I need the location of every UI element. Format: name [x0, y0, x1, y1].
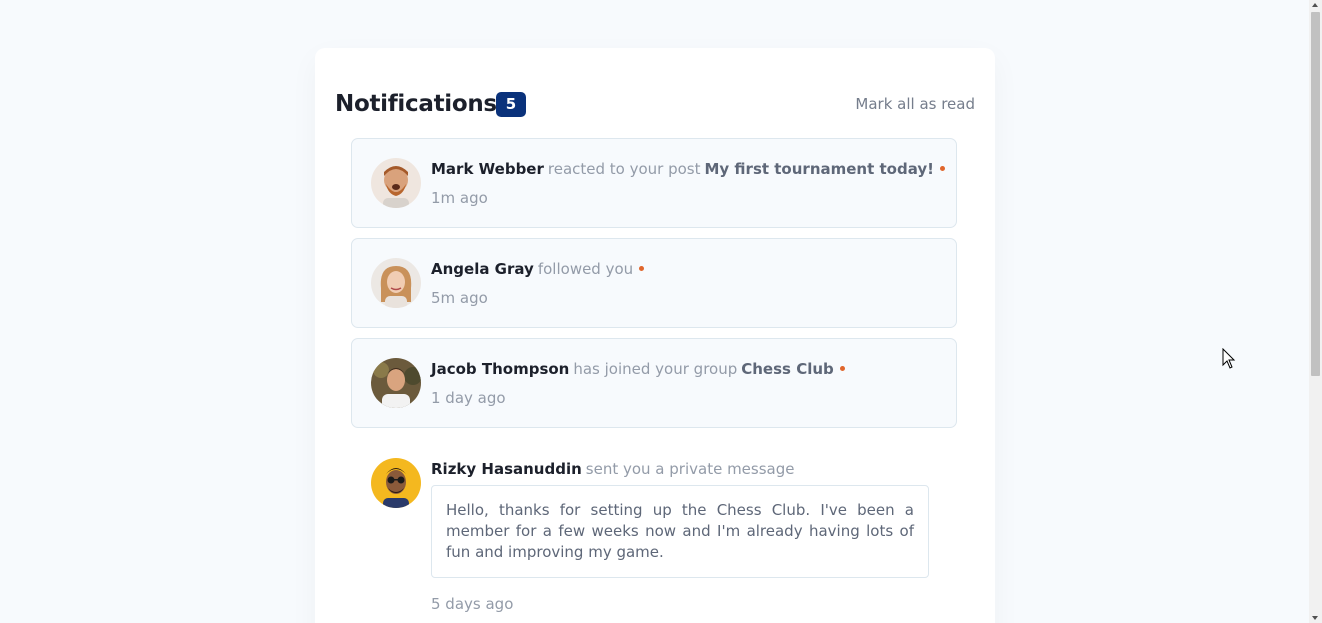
notification-item[interactable]: Rizky Hasanuddin sent you a private messa…: [351, 438, 957, 618]
mark-all-as-read-button[interactable]: Mark all as read: [855, 94, 975, 114]
notification-item[interactable]: Angela Gray followed you 5m ago: [351, 238, 957, 328]
notifications-header: Notifications 5 Mark all as read: [335, 90, 975, 120]
avatar[interactable]: [371, 258, 421, 308]
notification-item[interactable]: Jacob Thompson has joined your group Chess…: [351, 338, 957, 428]
avatar-rizky-hasanuddin-icon: [371, 458, 421, 508]
notification-time: 1 day ago: [431, 389, 506, 407]
avatar-angela-gray-icon: [371, 258, 421, 308]
notification-text: Mark Webber reacted to your post My first …: [431, 158, 945, 180]
notification-text: Jacob Thompson has joined your group Chess…: [431, 358, 845, 380]
private-message-box[interactable]: Hello, thanks for setting up the Chess C…: [431, 485, 929, 578]
notification-target-link[interactable]: Chess Club: [741, 360, 834, 378]
notifications-card: Notifications 5 Mark all as read Mark We…: [315, 48, 995, 623]
notification-action: followed you: [537, 260, 634, 278]
notification-author[interactable]: Angela Gray: [431, 260, 534, 278]
unread-dot-icon: [839, 366, 845, 371]
notification-action: reacted to your post: [547, 160, 701, 178]
notification-author[interactable]: Mark Webber: [431, 160, 544, 178]
page-scrollbar[interactable]: [1309, 0, 1322, 623]
avatar[interactable]: [371, 358, 421, 408]
scroll-down-icon[interactable]: [1312, 616, 1318, 620]
notification-author[interactable]: Jacob Thompson: [431, 360, 569, 378]
notification-text: Rizky Hasanuddin sent you a private messa…: [431, 458, 795, 480]
unread-dot-icon: [939, 166, 945, 171]
notification-time: 5 days ago: [431, 595, 514, 613]
notification-time: 5m ago: [431, 289, 488, 307]
page-title: Notifications: [335, 91, 497, 117]
scrollbar-thumb[interactable]: [1311, 12, 1320, 376]
notification-action: has joined your group: [573, 360, 738, 378]
avatar-jacob-thompson-icon: [371, 358, 421, 408]
mouse-cursor-icon: [1222, 347, 1236, 374]
notification-action: sent you a private message: [585, 460, 795, 478]
notification-item[interactable]: Mark Webber reacted to your post My first …: [351, 138, 957, 228]
scroll-up-icon[interactable]: [1312, 3, 1318, 7]
avatar-mark-webber-icon: [371, 158, 421, 208]
unread-count-badge: 5: [496, 92, 526, 117]
avatar[interactable]: [371, 458, 421, 508]
notification-author[interactable]: Rizky Hasanuddin: [431, 460, 582, 478]
page: Notifications 5 Mark all as read Mark We…: [0, 0, 1322, 623]
notification-time: 1m ago: [431, 189, 488, 207]
notification-text: Angela Gray followed you: [431, 258, 645, 280]
unread-dot-icon: [639, 266, 645, 271]
notification-target-link[interactable]: My first tournament today!: [705, 160, 934, 178]
avatar[interactable]: [371, 158, 421, 208]
